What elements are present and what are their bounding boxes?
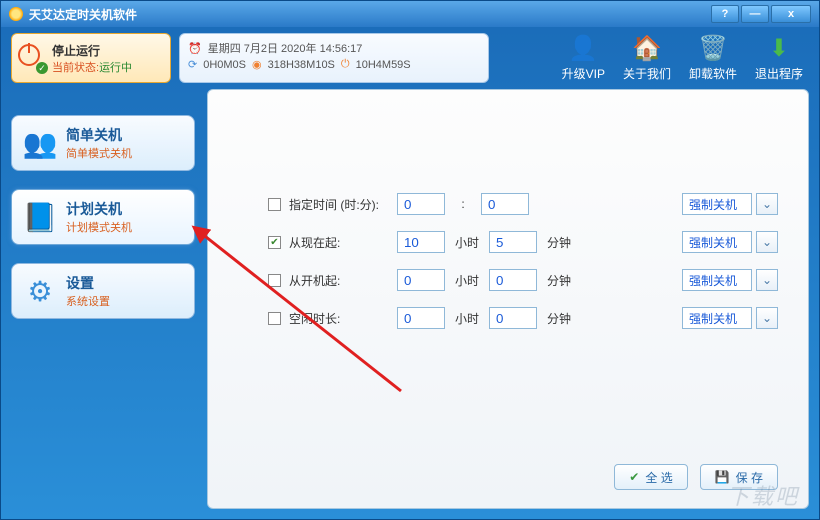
hour-input[interactable]	[397, 269, 445, 291]
sidebar-item-settings[interactable]: ⚙ 设置 系统设置	[11, 263, 195, 319]
sidebar-item-label: 简单关机	[66, 125, 132, 145]
action-select[interactable]: 强制关机	[682, 307, 752, 329]
hour-input[interactable]	[397, 193, 445, 215]
notepad-icon: 📘	[22, 199, 58, 235]
dot-icon: ◉	[252, 58, 262, 71]
sidebar-item-plan[interactable]: 📘 计划关机 计划模式关机	[11, 189, 195, 245]
power-icon: ✓	[18, 44, 46, 72]
about-button[interactable]: 🏠 关于我们	[623, 33, 671, 83]
watermark: 下载吧	[727, 479, 799, 511]
info-panel: ⏰ 星期四 7月2日 2020年 14:56:17 ⟳ 0H0M0S ◉ 318H3…	[179, 33, 489, 83]
timer-2: 318H38M10S	[268, 59, 335, 71]
unit-min: 分钟	[545, 272, 573, 289]
sidebar-item-sub: 计划模式关机	[66, 219, 132, 235]
vip-icon: 👤	[568, 33, 598, 63]
row-label: 指定时间 (时:分):	[289, 196, 389, 213]
checkbox[interactable]	[268, 198, 281, 211]
action-select[interactable]: 强制关机	[682, 193, 752, 215]
timer-3: 10H4M59S	[356, 59, 411, 71]
action-select[interactable]: 强制关机	[682, 231, 752, 253]
row-from-now: ✔ 从现在起: 小时 分钟 强制关机 ⌄	[268, 228, 778, 256]
titlebar: 天艾达定时关机软件 ? — x	[1, 1, 819, 27]
timer-1: 0H0M0S	[203, 59, 246, 71]
unit-min: 分钟	[545, 310, 573, 327]
hour-input[interactable]	[397, 231, 445, 253]
refresh-icon: ⟳	[188, 58, 197, 71]
checkbox[interactable]	[268, 312, 281, 325]
minimize-button[interactable]: —	[741, 5, 769, 23]
power-small-icon: ⏻	[341, 58, 350, 71]
colon: :	[453, 197, 473, 211]
hour-input[interactable]	[397, 307, 445, 329]
unit-hour: 小时	[453, 234, 481, 251]
date-text: 星期四 7月2日 2020年 14:56:17	[208, 40, 363, 56]
status-label: 当前状态:	[52, 62, 99, 74]
row-specified-time: 指定时间 (时:分): : 强制关机 ⌄	[268, 190, 778, 218]
topbar: ✓ 停止运行 当前状态:运行中 ⏰ 星期四 7月2日 2020年 14:56:1…	[11, 33, 809, 83]
chevron-down-icon[interactable]: ⌄	[756, 193, 778, 215]
main-panel: 指定时间 (时:分): : 强制关机 ⌄ ✔ 从现在起: 小时 分钟	[207, 89, 809, 509]
clock-icon: ⏰	[188, 42, 202, 55]
body: 👥 简单关机 简单模式关机 📘 计划关机 计划模式关机 ⚙ 设置 系统设置	[11, 89, 809, 509]
exit-button[interactable]: ⬇ 退出程序	[755, 33, 803, 83]
row-from-boot: 从开机起: 小时 分钟 强制关机 ⌄	[268, 266, 778, 294]
checkbox[interactable]: ✔	[268, 236, 281, 249]
unit-hour: 小时	[453, 272, 481, 289]
chevron-down-icon[interactable]: ⌄	[756, 231, 778, 253]
home-icon: 🏠	[632, 33, 662, 63]
application-window: 天艾达定时关机软件 ? — x ✓ 停止运行 当前状态:运行中 ⏰ 星期四 7月…	[0, 0, 820, 520]
trash-icon: 🗑️	[698, 33, 728, 63]
arrow-down-icon: ⬇	[764, 33, 794, 63]
close-button[interactable]: x	[771, 5, 811, 23]
unit-min: 分钟	[545, 234, 573, 251]
row-label: 从现在起:	[289, 234, 389, 251]
upgrade-vip-button[interactable]: 👤 升级VIP	[562, 33, 605, 83]
toolbar: 👤 升级VIP 🏠 关于我们 🗑️ 卸载软件 ⬇ 退出程序	[562, 33, 809, 83]
stop-run-button[interactable]: ✓ 停止运行 当前状态:运行中	[11, 33, 171, 83]
gear-icon: ⚙	[22, 273, 58, 309]
unit-hour: 小时	[453, 310, 481, 327]
sidebar-item-sub: 系统设置	[66, 293, 110, 309]
help-button[interactable]: ?	[711, 5, 739, 23]
minute-input[interactable]	[489, 269, 537, 291]
row-label: 从开机起:	[289, 272, 389, 289]
stop-title: 停止运行	[52, 42, 132, 59]
check-icon: ✔	[629, 470, 639, 484]
minute-input[interactable]	[489, 231, 537, 253]
sidebar-item-label: 计划关机	[66, 199, 132, 219]
row-label: 空闲时长:	[289, 310, 389, 327]
status-value: 运行中	[99, 62, 132, 74]
sidebar-item-label: 设置	[66, 273, 110, 293]
people-icon: 👥	[22, 125, 58, 161]
sidebar-item-simple[interactable]: 👥 简单关机 简单模式关机	[11, 115, 195, 171]
select-all-button[interactable]: ✔ 全 选	[614, 464, 687, 490]
row-idle-time: 空闲时长: 小时 分钟 强制关机 ⌄	[268, 304, 778, 332]
minute-input[interactable]	[481, 193, 529, 215]
action-select[interactable]: 强制关机	[682, 269, 752, 291]
chevron-down-icon[interactable]: ⌄	[756, 307, 778, 329]
minute-input[interactable]	[489, 307, 537, 329]
sidebar: 👥 简单关机 简单模式关机 📘 计划关机 计划模式关机 ⚙ 设置 系统设置	[11, 89, 195, 509]
checkbox[interactable]	[268, 274, 281, 287]
chevron-down-icon[interactable]: ⌄	[756, 269, 778, 291]
window-controls: ? — x	[711, 5, 811, 23]
uninstall-button[interactable]: 🗑️ 卸载软件	[689, 33, 737, 83]
sidebar-item-sub: 简单模式关机	[66, 145, 132, 161]
app-icon	[9, 7, 23, 21]
app-title: 天艾达定时关机软件	[29, 6, 137, 23]
